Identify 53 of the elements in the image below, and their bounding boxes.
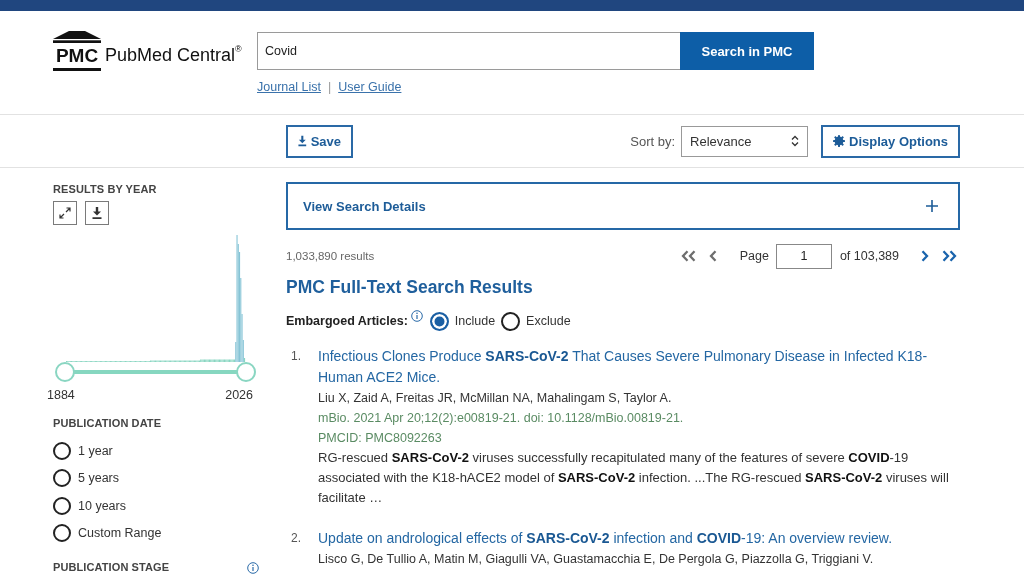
section-heading: PUBLICATION STAGE (53, 561, 170, 574)
search-details-toggle[interactable]: View Search Details (286, 182, 960, 230)
sort-select[interactable]: Relevance (681, 125, 809, 157)
embargo-option[interactable]: Exclude (501, 311, 571, 331)
download-chart-button[interactable] (85, 201, 109, 225)
display-options-button[interactable]: Display Options (821, 124, 960, 158)
info-icon[interactable] (410, 310, 423, 322)
chevron-right-icon[interactable] (921, 250, 929, 262)
result-number: 1. (291, 348, 302, 365)
download-icon (298, 135, 307, 147)
sort-label: Sort by: (630, 133, 676, 149)
page-number-field[interactable]: 1 (775, 243, 832, 269)
result-title-link[interactable]: Infectious Clones Produce SARS-CoV-2 That Causes Severe Pulmonary Disease in Infected K18-Human ACE2 Mice. (318, 346, 960, 388)
save-button[interactable]: Save (286, 124, 353, 158)
gear-icon (833, 135, 846, 147)
year-range-slider[interactable] (55, 362, 256, 382)
logo-title[interactable]: PubMed Central$^{®}$ (105, 45, 242, 71)
year-label: 1884 (47, 388, 75, 403)
search-button[interactable]: Search in PMC (680, 32, 814, 70)
embargo-label: Embargoed Articles: (286, 314, 408, 328)
date-filter-option[interactable]: 10 years (53, 492, 260, 520)
embargo-option[interactable]: Include (429, 311, 496, 331)
download-icon (92, 207, 102, 219)
double-chevron-right-icon[interactable] (942, 250, 957, 262)
slider-handle[interactable] (236, 362, 256, 382)
slider-handle[interactable] (55, 362, 75, 382)
result-snippet: RG-rescued SARS-CoV-2 viruses successfully recapitulated many of the features of severe COVID-19 associated with the K18-hACE2 model of SARS-CoV-2 infection. ...The RG-rescued SARS-CoV-2 viruses will facilitate … (318, 449, 950, 507)
page-label: Page (739, 249, 769, 263)
header-link[interactable]: User Guide (338, 80, 402, 95)
results-heading: PMC Full-Text Search Results (286, 276, 534, 298)
page-total: of 103,389 (839, 249, 899, 263)
link-separator: | (327, 80, 332, 95)
result-authors: Liu X, Zaid A, Freitas JR, McMillan NA, Mahalingam S, Taylor A. (318, 390, 673, 407)
date-filter-option[interactable]: 1 year (53, 437, 260, 465)
logo-abbreviation[interactable]: PMC (53, 46, 101, 71)
result-pmcid: PMCID: PMC8092263 (318, 430, 443, 447)
section-heading: RESULTS BY YEAR (53, 183, 158, 196)
year-label: 2026 (225, 388, 253, 403)
result-citation: mBio. 2021 Apr 20;12(2):e00819-21. doi: 10.1128/mBio.00819-21. (318, 410, 685, 427)
header-link[interactable]: Journal List (257, 80, 321, 95)
info-icon[interactable] (247, 561, 259, 574)
expand-icon (59, 207, 71, 219)
section-heading: PUBLICATION DATE (53, 417, 163, 430)
result-title-link[interactable]: Update on andrological effects of SARS-CoV-2 infection and COVID-19: An overview review. (318, 528, 960, 549)
building-roof-icon (53, 31, 101, 43)
expand-chart-button[interactable] (53, 201, 77, 225)
search-field[interactable]: Covid (257, 32, 680, 70)
result-authors: Lisco G, De Tullio A, Matin M, Giagulli VA, Guastamacchia E, De Pergola G, Piazzolla G, Triggiani V. (318, 551, 875, 568)
up-down-chevron-icon (791, 135, 800, 147)
date-filter-option[interactable]: 5 years (53, 464, 260, 492)
result-number: 2. (291, 530, 302, 547)
result-count: 1,033,890 results (286, 250, 375, 262)
date-filter-option[interactable]: Custom Range (53, 519, 260, 547)
